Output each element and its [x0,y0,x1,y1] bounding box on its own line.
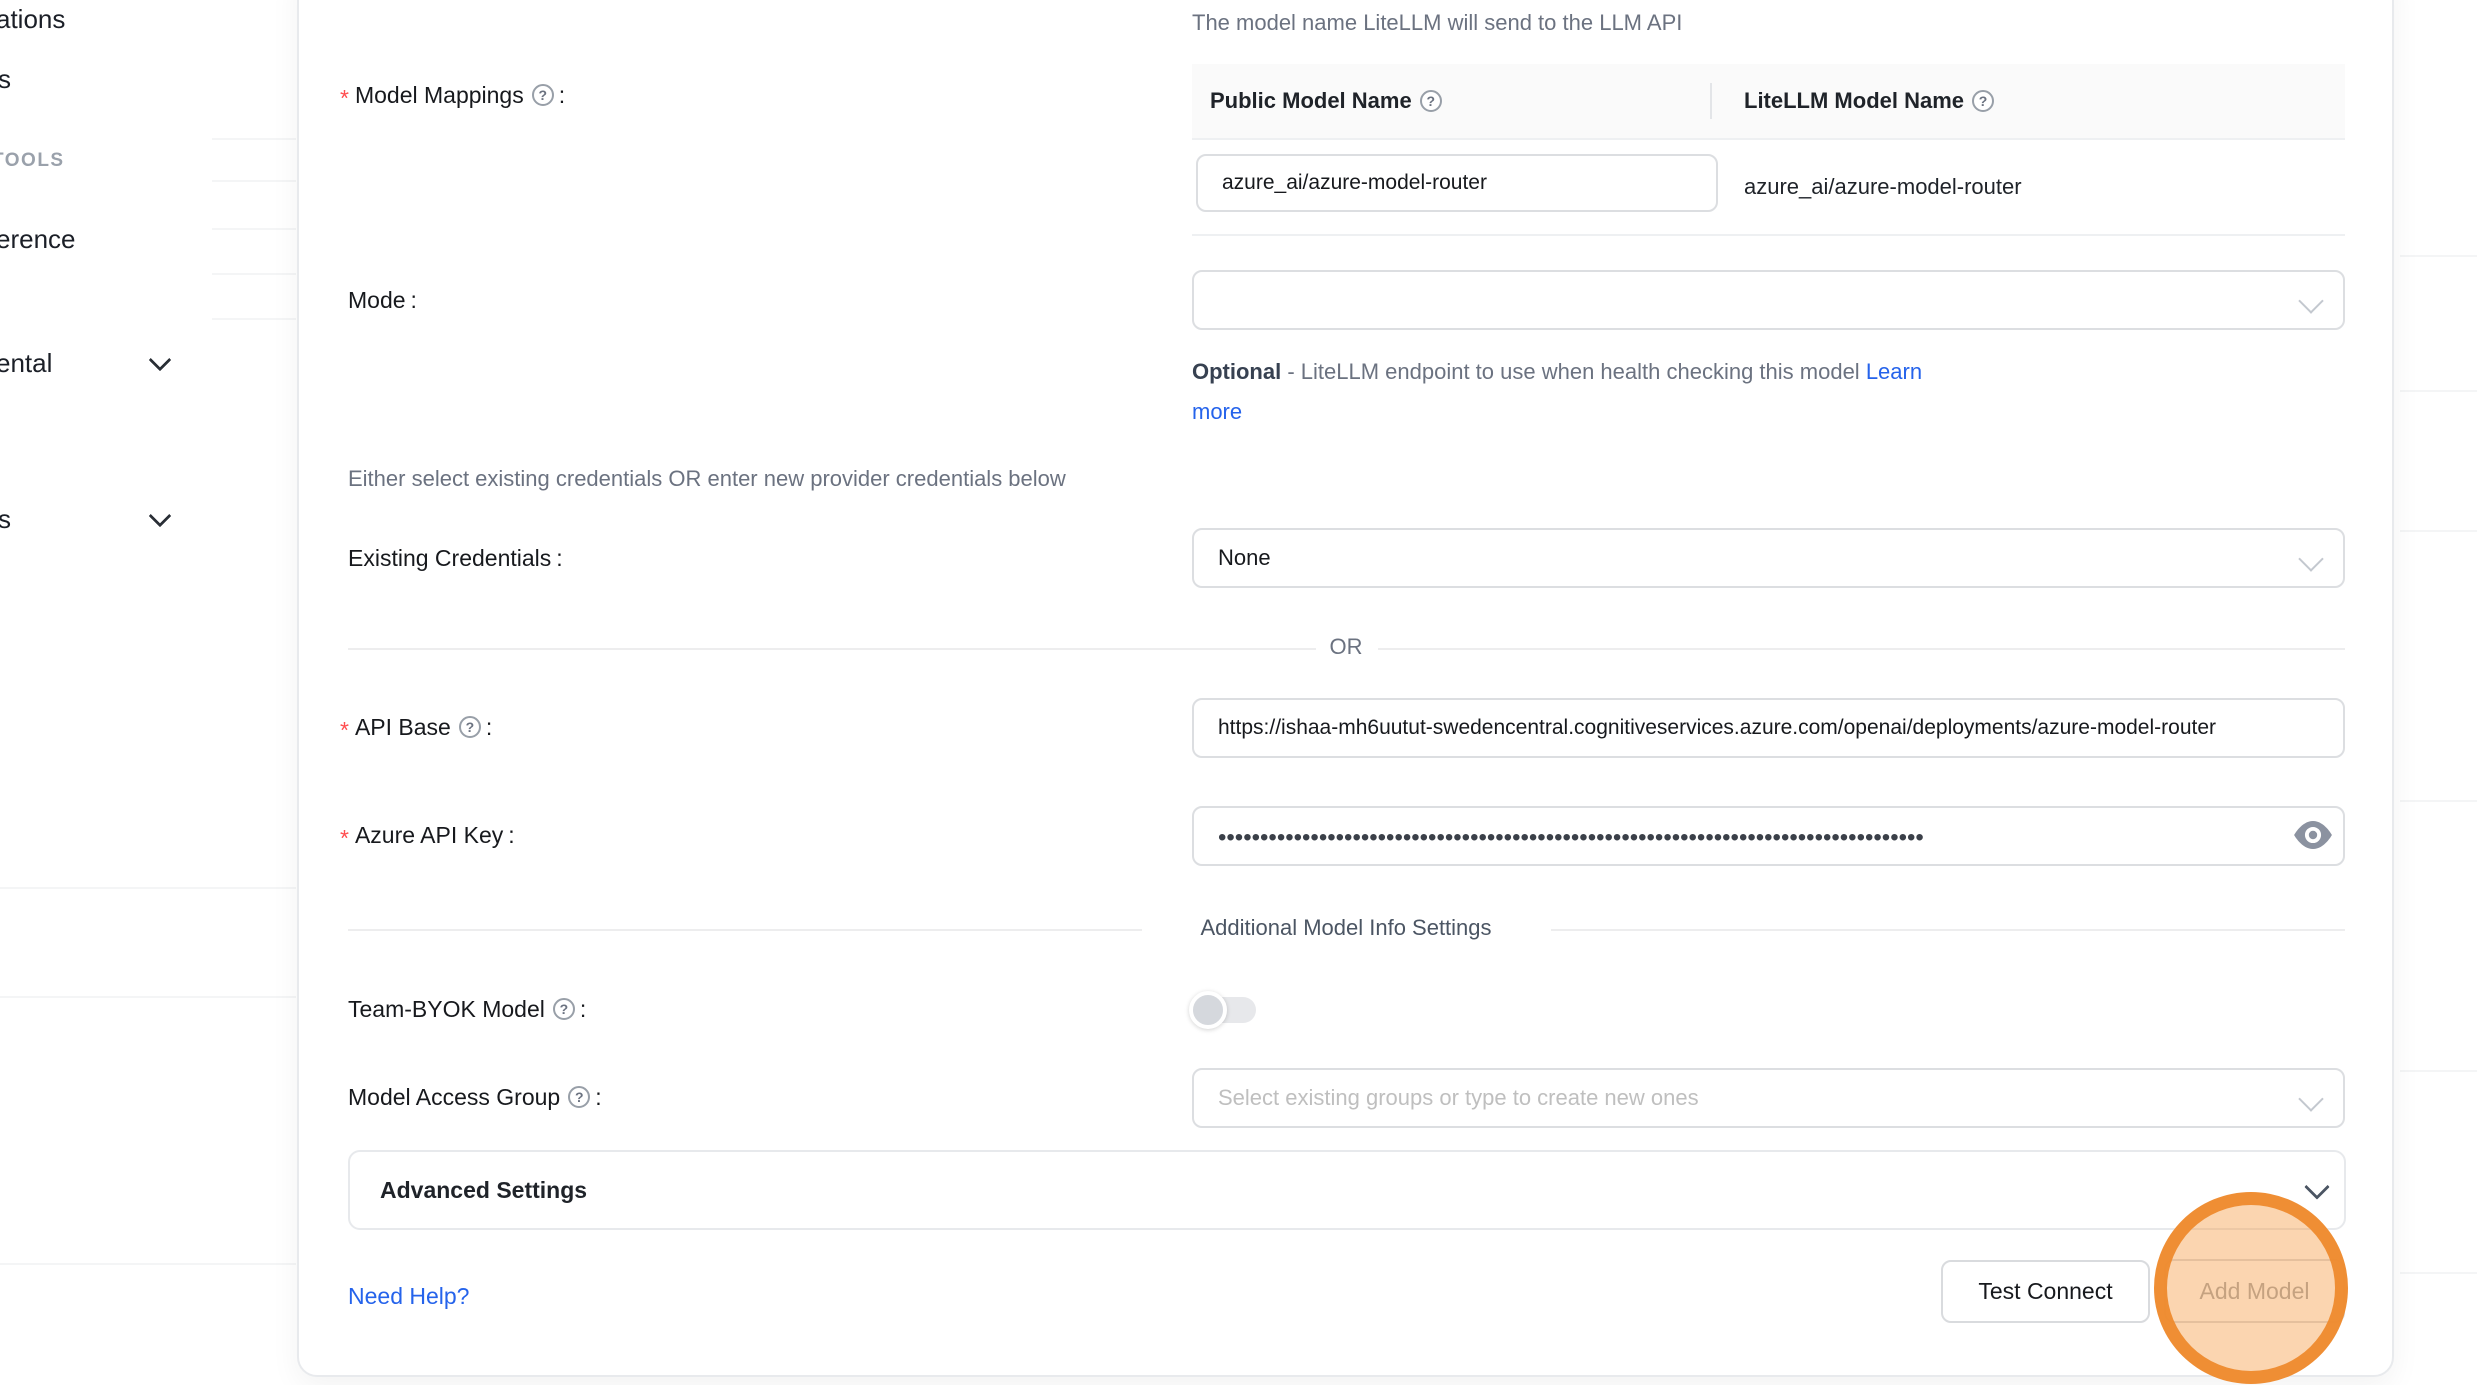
mode-label: Mode : [348,283,417,317]
divider-line [1378,648,2345,650]
sidebar-item-api-reference[interactable]: erence [0,224,76,255]
background-row-line [212,273,296,275]
toggle-thumb [1189,991,1227,1029]
eye-icon[interactable] [2292,820,2334,850]
masked-password-dots: ••••••••••••••••••••••••••••••••••••••••… [1218,824,1924,851]
credentials-note: Either select existing credentials OR en… [348,466,1066,492]
mode-help-text: Optional - LiteLLM endpoint to use when … [1192,352,2352,432]
learn-more-link[interactable]: Learn [1866,359,1922,384]
background-row-line [2400,530,2477,532]
model-mappings-label: * Model Mappings ? : [340,78,565,112]
existing-credentials-value: None [1218,545,1271,571]
or-divider-text: OR [1324,634,1369,660]
required-asterisk: * [340,85,349,112]
chevron-down-icon[interactable] [149,349,172,372]
existing-credentials-select[interactable]: None [1192,528,2345,588]
add-model-button[interactable]: Add Model [2164,1259,2345,1323]
background-row-line [212,228,296,230]
background-row-line [2400,800,2477,802]
sidebar-item-settings[interactable]: s [0,504,11,535]
model-access-group-placeholder: Select existing groups or type to create… [1218,1085,1699,1111]
background-row-line [2400,390,2477,392]
team-byok-toggle[interactable] [1192,994,1258,1026]
help-icon[interactable]: ? [532,84,554,106]
chevron-down-icon [2304,1174,2329,1199]
background-row-line [212,180,296,182]
public-model-name-input[interactable] [1196,154,1718,212]
advanced-settings-panel[interactable]: Advanced Settings [348,1150,2346,1230]
azure-api-key-label: * Azure API Key : [340,818,515,852]
litellm-model-name-value: azure_ai/azure-model-router [1744,140,2022,234]
sidebar-item-experimental[interactable]: ental [0,348,52,379]
sidebar-item-organizations[interactable]: ations [0,4,65,35]
background-row-line [0,887,296,889]
sidebar-section-tools: TOOLS [0,150,65,172]
background-row-line [0,1263,296,1265]
test-connect-button[interactable]: Test Connect [1941,1260,2150,1323]
divider-line [348,648,1316,650]
column-header-public-model-name: Public Model Name ? [1192,88,1710,114]
table-row: azure_ai/azure-model-router [1192,140,2345,236]
help-icon[interactable]: ? [553,998,575,1020]
existing-credentials-label: Existing Credentials : [348,541,563,575]
model-access-group-label: Model Access Group ? : [348,1080,602,1114]
team-byok-label: Team-BYOK Model ? : [348,992,586,1026]
table-header-row: Public Model Name ? LiteLLM Model Name ? [1192,64,2345,140]
help-icon[interactable]: ? [1972,90,1994,112]
column-header-litellm-model-name: LiteLLM Model Name ? [1712,88,1994,114]
background-row-line [2400,1272,2477,1274]
advanced-settings-title: Advanced Settings [380,1152,587,1228]
model-access-group-select[interactable]: Select existing groups or type to create… [1192,1068,2345,1128]
model-name-help-text: The model name LiteLLM will send to the … [1192,10,1682,36]
required-asterisk: * [340,717,349,744]
learn-more-link[interactable]: more [1192,399,1242,424]
background-row-line [2400,255,2477,257]
sidebar-item-users[interactable]: s [0,64,11,95]
need-help-link[interactable]: Need Help? [348,1283,469,1310]
help-icon[interactable]: ? [568,1086,590,1108]
background-row-line [0,996,296,998]
background-row-line [212,138,296,140]
mode-select[interactable] [1192,270,2345,330]
info-divider-text: Additional Model Info Settings [1190,915,1501,941]
background-row-line [2400,1070,2477,1072]
background-row-line [212,318,296,320]
azure-api-key-input[interactable]: ••••••••••••••••••••••••••••••••••••••••… [1192,806,2345,866]
api-base-input[interactable] [1192,698,2345,758]
divider-line [1551,929,2345,931]
api-base-label: * API Base ? : [340,710,492,744]
chevron-down-icon[interactable] [149,505,172,528]
model-mappings-table: Public Model Name ? LiteLLM Model Name ?… [1192,64,2345,236]
help-icon[interactable]: ? [1420,90,1442,112]
required-asterisk: * [340,825,349,852]
divider-line [348,929,1142,931]
help-icon[interactable]: ? [459,716,481,738]
